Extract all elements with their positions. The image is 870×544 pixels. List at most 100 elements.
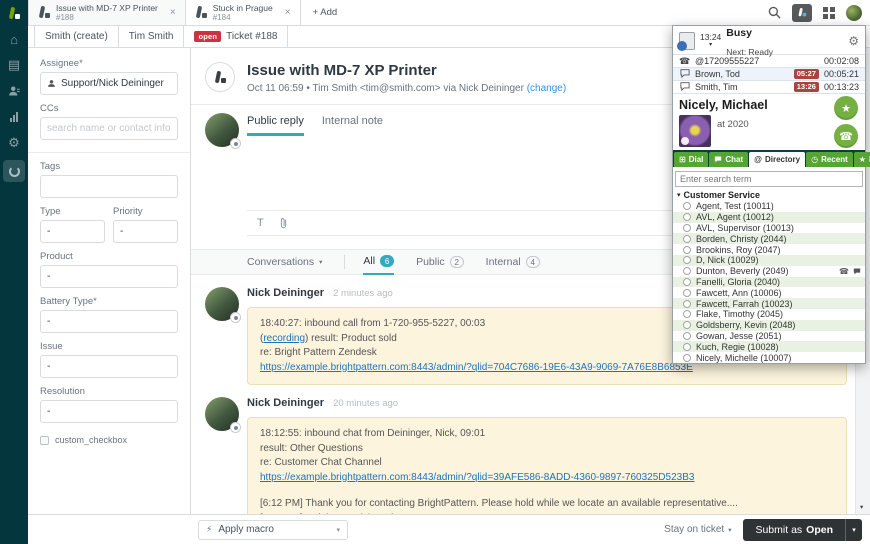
- directory-row[interactable]: Brookins, Roy (2047): [673, 244, 865, 255]
- conversations-label[interactable]: Conversations: [247, 256, 314, 268]
- apply-macro-label: Apply macro: [218, 524, 274, 535]
- radio-icon[interactable]: [683, 223, 691, 232]
- directory-row[interactable]: AVL, Supervisor (10013): [673, 223, 865, 234]
- text-format-icon[interactable]: T: [257, 217, 264, 229]
- sidebar-item-views[interactable]: ▤: [0, 52, 28, 78]
- sidebar-item-reports[interactable]: [0, 104, 28, 130]
- radio-icon[interactable]: [683, 256, 691, 265]
- radio-icon[interactable]: [683, 342, 691, 351]
- directory-row[interactable]: Goldsberry, Kevin (2048): [673, 319, 865, 331]
- radio-icon[interactable]: [683, 202, 691, 211]
- chat-bubble-icon[interactable]: [853, 268, 861, 275]
- change-link[interactable]: (change): [527, 83, 566, 94]
- widget-tab-favorites[interactable]: ★ Favorites: [853, 152, 870, 167]
- add-tab-button[interactable]: + Add: [301, 0, 350, 25]
- type-select[interactable]: -: [40, 220, 105, 243]
- checkbox-icon[interactable]: [40, 435, 49, 445]
- radio-icon[interactable]: [683, 267, 691, 276]
- radio-icon[interactable]: [683, 310, 691, 319]
- brightpattern-widget-toggle-button[interactable]: [792, 3, 812, 22]
- directory-group-header[interactable]: ▾ Customer Service: [673, 189, 865, 201]
- radio-icon[interactable]: [683, 331, 691, 340]
- user-avatar[interactable]: [846, 4, 862, 21]
- submit-dropdown-caret[interactable]: ▾: [845, 518, 862, 541]
- chevron-down-icon[interactable]: ▾: [709, 42, 712, 49]
- directory-row[interactable]: Nicely, Michelle (10007): [673, 352, 865, 363]
- sidebar-item-customers[interactable]: [0, 78, 28, 104]
- directory-row[interactable]: Flake, Timothy (2045): [673, 309, 865, 320]
- directory-row[interactable]: Borden, Christy (2044): [673, 233, 865, 245]
- directory-row[interactable]: Fawcett, Ann (10006): [673, 287, 865, 298]
- widget-tab-recent[interactable]: ◷ Recent: [806, 152, 853, 167]
- battery-type-select[interactable]: -: [40, 310, 178, 333]
- apply-macro-select[interactable]: ⚡ Apply macro ▾: [198, 519, 348, 540]
- directory-row[interactable]: Kuch, Regie (10028): [673, 341, 865, 353]
- ticket-tab-184[interactable]: Stuck in Prague #184 ×: [186, 0, 301, 25]
- radio-icon[interactable]: [683, 277, 691, 286]
- issue-value: -: [47, 361, 51, 372]
- directory-list: Agent, Test (10011) AVL, Agent (10012) A…: [673, 201, 865, 363]
- widget-tab-chat[interactable]: Chat: [709, 152, 749, 167]
- tab-public-reply[interactable]: Public reply: [247, 115, 304, 136]
- priority-select[interactable]: -: [113, 220, 178, 243]
- scroll-down-icon[interactable]: ▾: [860, 503, 863, 511]
- ticket-tab-188[interactable]: Issue with MD-7 XP Printer #188 ×: [28, 0, 186, 25]
- call-contact-button[interactable]: ☎: [834, 124, 858, 148]
- paperclip-icon[interactable]: [279, 217, 288, 229]
- directory-row[interactable]: Dunton, Beverly (2049) ☎: [673, 266, 865, 277]
- close-icon[interactable]: ×: [285, 7, 291, 18]
- gear-icon[interactable]: ⚙: [848, 34, 859, 48]
- directory-row[interactable]: Agent, Test (10011): [673, 201, 865, 212]
- sidebar-item-agent-widget[interactable]: [3, 160, 25, 182]
- stay-on-ticket-dropdown[interactable]: Stay on ticket ▾: [664, 524, 731, 535]
- chevron-down-icon[interactable]: ▾: [319, 258, 322, 266]
- favorite-contact-button[interactable]: ★: [834, 96, 858, 120]
- conversations-tab-all[interactable]: All 6: [363, 249, 395, 275]
- phone-icon[interactable]: ☎: [839, 267, 849, 276]
- close-icon[interactable]: ×: [170, 7, 176, 18]
- subtab-smith-create[interactable]: Smith (create): [34, 26, 119, 47]
- product-select[interactable]: -: [40, 265, 178, 288]
- subtab-tim-smith[interactable]: Tim Smith: [117, 26, 185, 47]
- conversations-tab-internal[interactable]: Internal 4: [486, 249, 540, 275]
- session-row-call[interactable]: ☎ @17209555227 00:02:08: [673, 54, 865, 67]
- recording-link[interactable]: recording: [263, 333, 305, 344]
- assignee-field[interactable]: Support/Nick Deininger: [40, 72, 178, 95]
- radio-icon[interactable]: [683, 213, 691, 222]
- sidebar-item-admin[interactable]: ⚙: [0, 130, 28, 156]
- radio-icon[interactable]: [683, 353, 691, 362]
- directory-row[interactable]: Fanelli, Gloria (2040): [673, 276, 865, 288]
- session-row-chat[interactable]: Smith, Tim 13:26 00:13:23: [673, 80, 865, 93]
- custom-checkbox-row[interactable]: custom_checkbox: [40, 435, 178, 445]
- directory-row[interactable]: Fawcett, Farrah (10023): [673, 298, 865, 309]
- admin-session-link[interactable]: https://example.brightpattern.com:8443/a…: [260, 471, 834, 486]
- conversations-tab-public[interactable]: Public 2: [416, 249, 464, 275]
- widget-tab-dial[interactable]: ⊞ Dial: [674, 152, 709, 167]
- apps-grid-icon[interactable]: [823, 6, 835, 19]
- session-row-chat[interactable]: Brown, Tod 05:27 00:05:21: [673, 67, 865, 80]
- agent-state-label[interactable]: Busy: [726, 27, 752, 39]
- widget-tab-directory[interactable]: @ Directory: [749, 152, 806, 167]
- submit-as-open-button[interactable]: Submit as Open: [743, 518, 845, 541]
- note-text: ) result: Product sold: [305, 332, 397, 344]
- directory-search-input[interactable]: [675, 171, 863, 187]
- tab-internal-note[interactable]: Internal note: [322, 115, 383, 136]
- radio-icon[interactable]: [683, 234, 691, 243]
- search-icon[interactable]: [768, 6, 781, 19]
- tags-input[interactable]: [40, 175, 178, 198]
- sidebar-item-home[interactable]: ⌂: [0, 26, 28, 52]
- message-timestamp: 2 minutes ago: [333, 288, 393, 299]
- chevron-down-icon: ▾: [677, 192, 681, 199]
- directory-row[interactable]: AVL, Agent (10012): [673, 211, 865, 223]
- agent-state-icon[interactable]: [677, 32, 695, 51]
- resolution-select[interactable]: -: [40, 400, 178, 423]
- radio-icon[interactable]: [683, 245, 691, 254]
- issue-select[interactable]: -: [40, 355, 178, 378]
- radio-icon[interactable]: [683, 299, 691, 308]
- radio-icon[interactable]: [683, 321, 691, 330]
- subtab-ticket-188[interactable]: open Ticket #188: [183, 26, 289, 47]
- ccs-input[interactable]: [40, 117, 178, 140]
- radio-icon[interactable]: [683, 288, 691, 297]
- directory-row[interactable]: D, Nick (10029): [673, 254, 865, 266]
- directory-row[interactable]: Gowan, Jesse (2051): [673, 331, 865, 342]
